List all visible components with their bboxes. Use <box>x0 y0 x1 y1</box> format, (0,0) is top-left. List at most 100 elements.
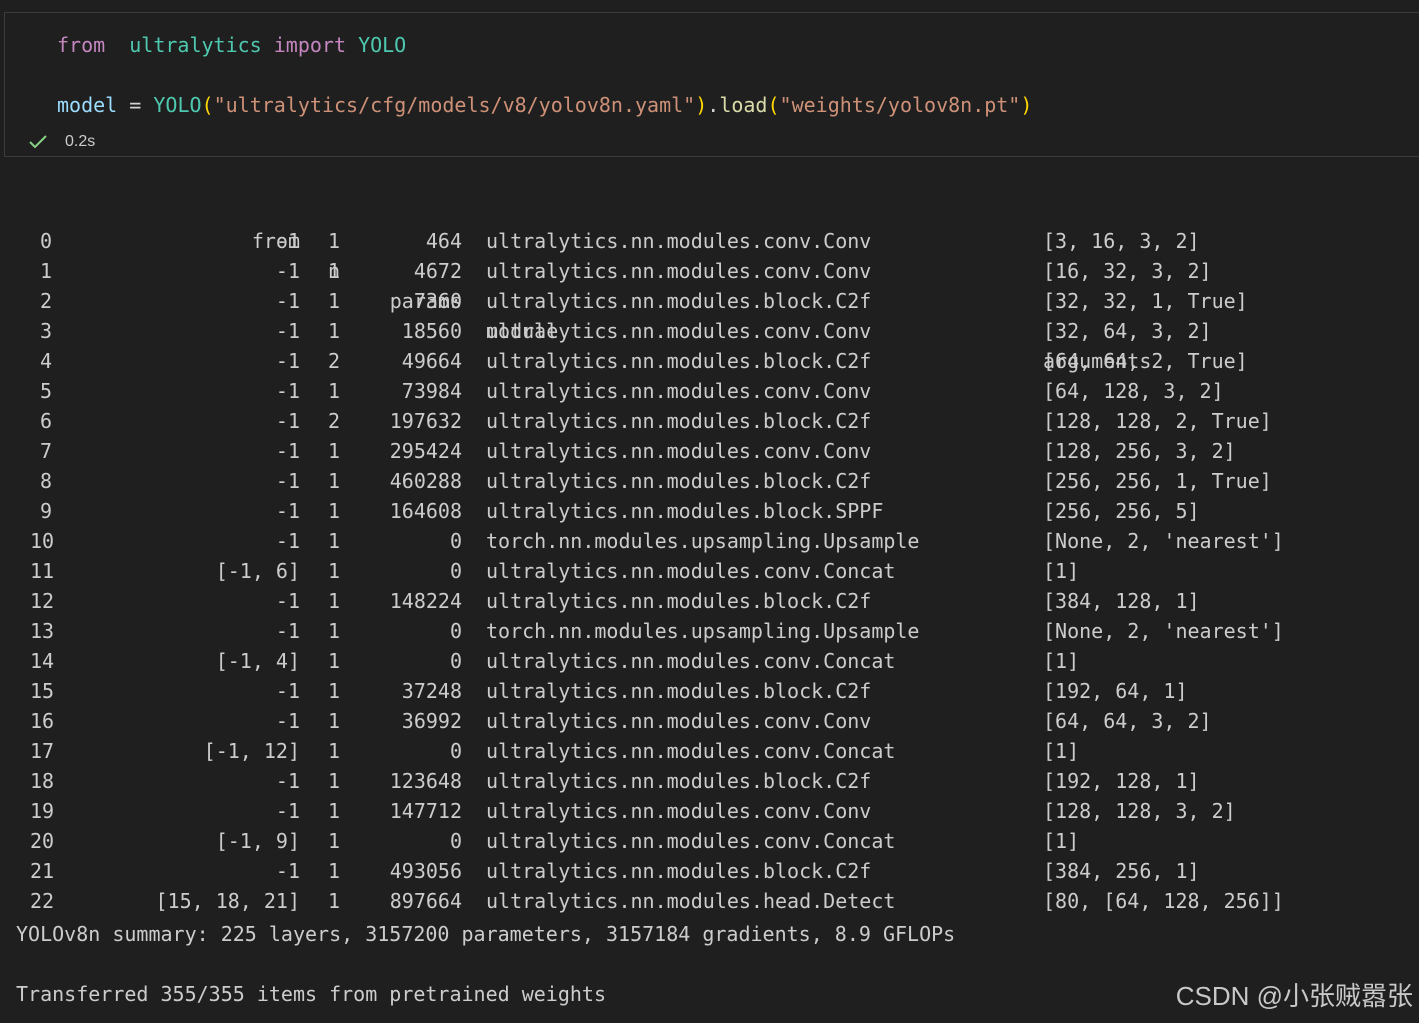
row-params: 36992 <box>401 709 462 733</box>
class-call: YOLO <box>153 93 202 117</box>
row-n: 1 <box>327 739 340 763</box>
row-n: 1 <box>327 799 340 823</box>
row-module: ultralytics.nn.modules.block.C2f <box>486 769 872 793</box>
table-row: 11 [-1, 6] 1 0 ultralytics.nn.modules.conv.C… <box>0 556 1419 586</box>
row-index: 17 <box>30 739 55 763</box>
code-cell[interactable]: from ultralytics import YOLO model = YOL… <box>4 12 1419 157</box>
row-module: ultralytics.nn.modules.block.C2f <box>486 589 872 613</box>
row-module: ultralytics.nn.modules.conv.Conv <box>486 709 872 733</box>
table-row: 8 -1 1 460288 ultralytics.nn.modules.block.C… <box>0 466 1419 496</box>
cell-status: 0.2s <box>27 131 95 153</box>
row-from: -1 <box>275 349 300 373</box>
row-index: 6 <box>40 409 53 433</box>
table-row: 4 -1 2 49664 ultralytics.nn.modules.block.C2… <box>0 346 1419 376</box>
imported-class: YOLO <box>358 33 407 57</box>
row-from: -1 <box>275 319 300 343</box>
row-from: -1 <box>275 409 300 433</box>
row-arguments: [384, 256, 1] <box>1043 859 1200 883</box>
row-arguments: [1] <box>1043 649 1080 673</box>
row-arguments: [80, [64, 128, 256]] <box>1043 889 1284 913</box>
row-n: 1 <box>327 289 340 313</box>
row-arguments: [1] <box>1043 829 1080 853</box>
row-from: -1 <box>275 379 300 403</box>
row-from: [-1, 6] <box>215 559 300 583</box>
row-module: ultralytics.nn.modules.block.C2f <box>486 289 872 313</box>
keyword-import: import <box>273 33 347 57</box>
row-n: 1 <box>327 469 340 493</box>
table-row: 9 -1 1 164608 ultralytics.nn.modules.block.S… <box>0 496 1419 526</box>
row-index: 21 <box>30 859 55 883</box>
table-row: 10 -1 1 0 torch.nn.modules.upsampling.Upsamp… <box>0 526 1419 556</box>
row-from: -1 <box>275 469 300 493</box>
model-summary: YOLOv8n summary: 225 layers, 3157200 par… <box>16 922 956 946</box>
table-row: 12 -1 1 148224 ultralytics.nn.modules.block.… <box>0 586 1419 616</box>
row-index: 16 <box>30 709 55 733</box>
row-index: 5 <box>40 379 53 403</box>
row-n: 1 <box>327 259 340 283</box>
row-n: 1 <box>327 679 340 703</box>
row-params: 49664 <box>401 349 462 373</box>
row-n: 1 <box>327 229 340 253</box>
row-n: 1 <box>327 589 340 613</box>
row-from: [-1, 9] <box>215 829 300 853</box>
row-module: ultralytics.nn.modules.conv.Conv <box>486 439 872 463</box>
row-index: 15 <box>30 679 55 703</box>
row-index: 0 <box>40 229 53 253</box>
code-line-model: model = YOLO("ultralytics/cfg/models/v8/… <box>57 93 1033 117</box>
row-index: 3 <box>40 319 53 343</box>
row-index: 10 <box>30 529 55 553</box>
table-row: 3 -1 1 18560 ultralytics.nn.modules.conv.Con… <box>0 316 1419 346</box>
table-row: 19 -1 1 147712 ultralytics.nn.modules.conv.C… <box>0 796 1419 826</box>
module-name: ultralytics <box>129 33 262 57</box>
row-n: 1 <box>327 619 340 643</box>
row-module: ultralytics.nn.modules.conv.Conv <box>486 259 872 283</box>
table-row: 18 -1 1 123648 ultralytics.nn.modules.block.… <box>0 766 1419 796</box>
table-header: from n params module arguments <box>0 196 1419 373</box>
row-arguments: [64, 64, 3, 2] <box>1043 709 1212 733</box>
row-index: 18 <box>30 769 55 793</box>
row-from: -1 <box>275 439 300 463</box>
cell-output: from n params module arguments 0 -1 1 464 ul… <box>0 196 1419 916</box>
row-arguments: [128, 128, 3, 2] <box>1043 799 1236 823</box>
row-params: 897664 <box>389 889 462 913</box>
row-module: ultralytics.nn.modules.block.SPPF <box>486 499 884 523</box>
table-row: 5 -1 1 73984 ultralytics.nn.modules.conv.Con… <box>0 376 1419 406</box>
row-params: 123648 <box>389 769 462 793</box>
row-from: -1 <box>275 799 300 823</box>
row-index: 1 <box>40 259 53 283</box>
table-row: 2 -1 1 7360 ultralytics.nn.modules.block.C2f… <box>0 286 1419 316</box>
row-arguments: [128, 256, 3, 2] <box>1043 439 1236 463</box>
row-module: ultralytics.nn.modules.block.C2f <box>486 679 872 703</box>
row-module: ultralytics.nn.modules.conv.Concat <box>486 829 896 853</box>
row-arguments: [32, 64, 3, 2] <box>1043 319 1212 343</box>
row-params: 0 <box>449 529 462 553</box>
row-from: -1 <box>275 769 300 793</box>
row-index: 4 <box>40 349 53 373</box>
row-arguments: [384, 128, 1] <box>1043 589 1200 613</box>
row-arguments: [256, 256, 5] <box>1043 499 1200 523</box>
row-arguments: [32, 32, 1, True] <box>1043 289 1248 313</box>
table-row: 1 -1 1 4672 ultralytics.nn.modules.conv.Conv… <box>0 256 1419 286</box>
row-index: 9 <box>40 499 53 523</box>
row-from: [15, 18, 21] <box>155 889 301 913</box>
row-arguments: [64, 64, 2, True] <box>1043 349 1248 373</box>
row-from: -1 <box>275 259 300 283</box>
row-arguments: [192, 128, 1] <box>1043 769 1200 793</box>
row-n: 1 <box>327 379 340 403</box>
table-row: 0 -1 1 464 ultralytics.nn.modules.conv.Conv [… <box>0 226 1419 256</box>
row-index: 7 <box>40 439 53 463</box>
row-n: 1 <box>327 859 340 883</box>
row-module: ultralytics.nn.modules.head.Detect <box>486 889 896 913</box>
row-index: 11 <box>30 559 55 583</box>
row-params: 148224 <box>389 589 462 613</box>
row-from: [-1, 4] <box>215 649 300 673</box>
table-row: 15 -1 1 37248 ultralytics.nn.modules.block.C… <box>0 676 1419 706</box>
row-params: 295424 <box>389 439 462 463</box>
row-arguments: [64, 128, 3, 2] <box>1043 379 1224 403</box>
table-row: 7 -1 1 295424 ultralytics.nn.modules.conv.Co… <box>0 436 1419 466</box>
row-module: ultralytics.nn.modules.conv.Concat <box>486 649 896 673</box>
table-row: 21 -1 1 493056 ultralytics.nn.modules.block.… <box>0 856 1419 886</box>
assign-operator: = <box>129 93 142 117</box>
row-index: 12 <box>30 589 55 613</box>
table-row: 22 [15, 18, 21] 1 897664 ultralytics.nn.modu… <box>0 886 1419 916</box>
